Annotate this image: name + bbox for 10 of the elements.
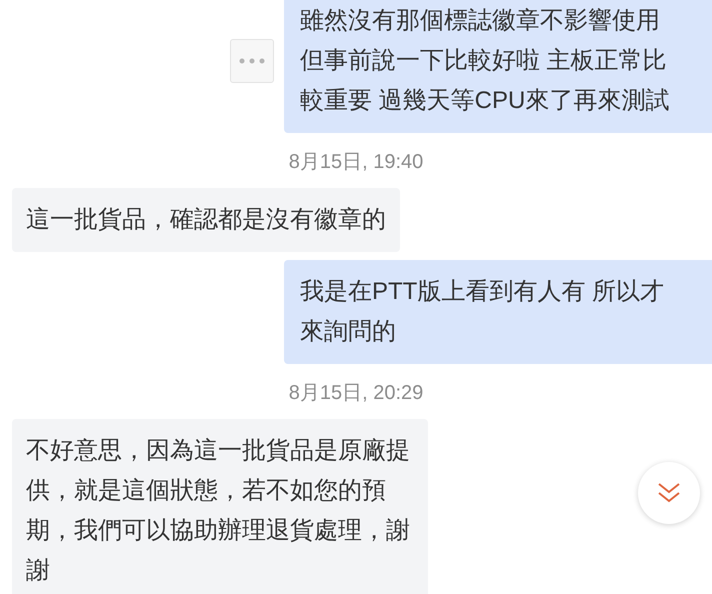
- scroll-down-button[interactable]: [638, 462, 700, 524]
- received-message: 這一批貨品，確認都是沒有徽章的: [12, 188, 400, 252]
- timestamp: 8月15日, 19:40: [288, 150, 424, 174]
- sent-message: 雖然沒有那個標誌徽章不影響使用但事前說一下比較好啦 主板正常比較重要 過幾天等CPU來了再來測試: [284, 0, 712, 133]
- more-button[interactable]: [230, 39, 274, 83]
- received-message: 不好意思，因為這一批貨品是原廠提供，就是這個狀態，若不如您的預期，我們可以協助辦理退貨處理，謝謝: [12, 419, 428, 594]
- more-icon: [239, 58, 265, 64]
- timestamp: 8月15日, 20:29: [288, 381, 424, 405]
- sent-message: 我是在PTT版上看到有人有 所以才來詢問的: [284, 260, 712, 364]
- double-chevron-down-icon: [657, 482, 681, 504]
